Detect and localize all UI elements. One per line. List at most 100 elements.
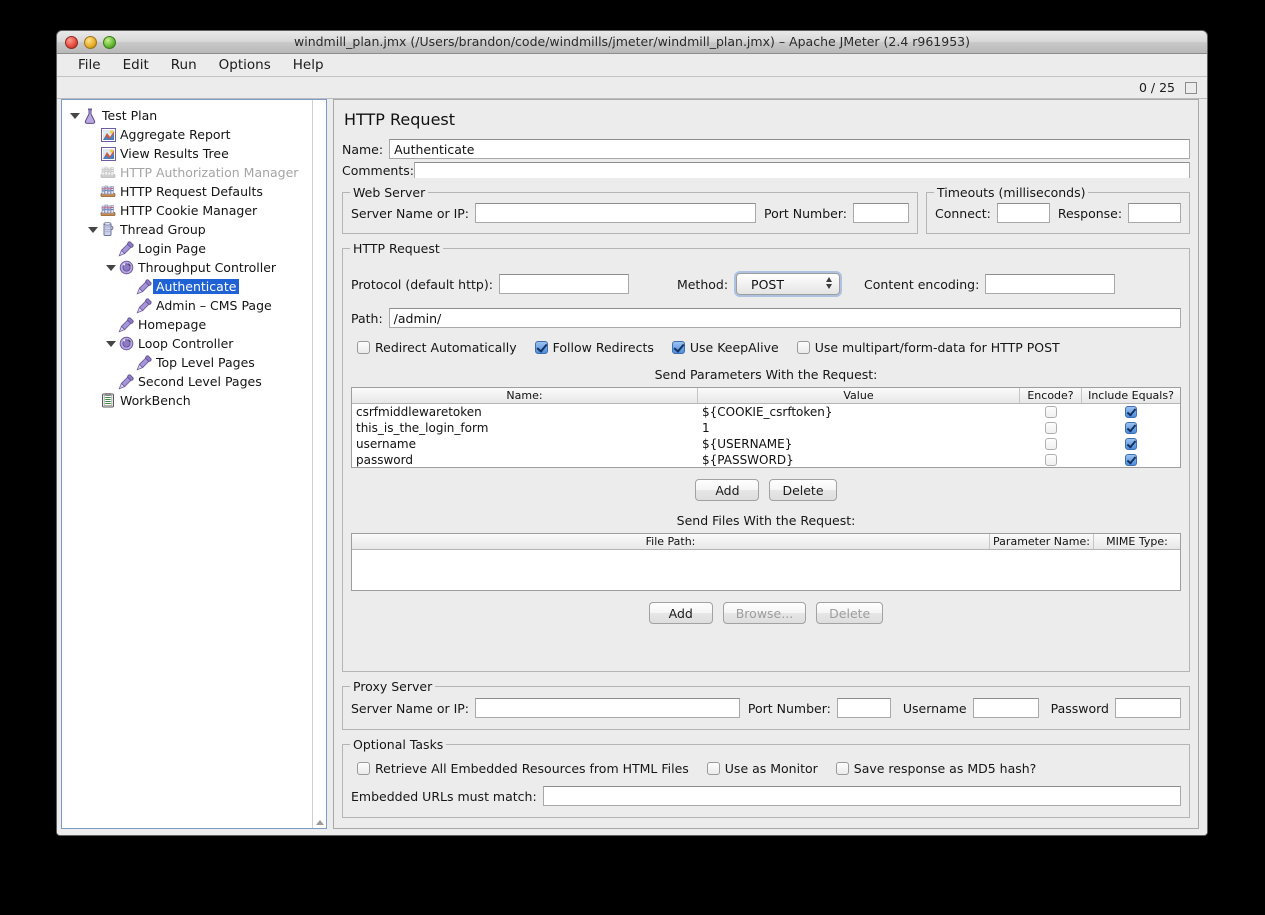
param-encode-cell[interactable] (1020, 420, 1082, 436)
protocol-input[interactable] (499, 274, 629, 294)
tree-expand-toggle-icon[interactable] (104, 341, 117, 347)
web-server-port-input[interactable] (853, 203, 909, 223)
files-browse-button[interactable]: Browse... (723, 602, 806, 624)
param-encode-cell[interactable] (1020, 436, 1082, 452)
tree-node[interactable]: HTTP Cookie Manager (62, 201, 326, 220)
tree-node[interactable]: Thread Group (62, 220, 326, 239)
param-name-cell[interactable]: csrfmiddlewaretoken (352, 404, 698, 420)
tree-expand-toggle-icon[interactable] (86, 227, 99, 233)
col-name[interactable]: Name: (352, 388, 698, 403)
col-value[interactable]: Value (698, 388, 1020, 403)
params-delete-button[interactable]: Delete (769, 479, 836, 501)
table-row[interactable]: password${PASSWORD} (352, 452, 1180, 468)
embedded-urls-input[interactable] (543, 786, 1181, 806)
param-include-equals-checkbox[interactable] (1125, 454, 1137, 466)
params-add-button[interactable]: Add (695, 479, 759, 501)
col-parameter-name[interactable]: Parameter Name: (990, 534, 1094, 549)
param-include-equals-cell[interactable] (1082, 452, 1180, 468)
menu-edit[interactable]: Edit (112, 55, 160, 75)
http-option-checkbox[interactable]: Use KeepAlive (672, 340, 779, 355)
param-encode-cell[interactable] (1020, 404, 1082, 420)
http-option-checkbox-box[interactable] (797, 341, 810, 354)
tree-node[interactable]: Homepage (62, 315, 326, 334)
http-option-checkbox-box[interactable] (672, 341, 685, 354)
col-file-path[interactable]: File Path: (352, 534, 990, 549)
col-encode[interactable]: Encode? (1020, 388, 1082, 403)
optional-task-checkbox-box[interactable] (357, 762, 370, 775)
param-name-cell[interactable]: username (352, 436, 698, 452)
param-include-equals-cell[interactable] (1082, 420, 1180, 436)
tree-node[interactable]: HTTP Request Defaults (62, 182, 326, 201)
menu-help[interactable]: Help (282, 55, 335, 75)
param-encode-checkbox[interactable] (1045, 422, 1057, 434)
col-include-equals[interactable]: Include Equals? (1082, 388, 1180, 403)
tree-node[interactable]: Admin – CMS Page (62, 296, 326, 315)
web-server-name-input[interactable] (475, 203, 756, 223)
param-name-cell[interactable]: this_is_the_login_form (352, 420, 698, 436)
comments-input[interactable] (414, 162, 1190, 178)
optional-task-checkbox[interactable]: Retrieve All Embedded Resources from HTM… (357, 761, 689, 776)
tree-node[interactable]: Aggregate Report (62, 125, 326, 144)
optional-task-checkbox-box[interactable] (707, 762, 720, 775)
tree-node[interactable]: Top Level Pages (62, 353, 326, 372)
timeout-response-input[interactable] (1128, 203, 1181, 223)
http-option-checkbox-box[interactable] (535, 341, 548, 354)
optional-task-checkbox[interactable]: Use as Monitor (707, 761, 818, 776)
tree-node[interactable]: Authenticate (62, 277, 326, 296)
param-encode-checkbox[interactable] (1045, 438, 1057, 450)
timeout-connect-input[interactable] (997, 203, 1050, 223)
param-include-equals-checkbox[interactable] (1125, 422, 1137, 434)
warning-indicator-icon[interactable] (1185, 82, 1197, 94)
content-encoding-input[interactable] (985, 274, 1115, 294)
tree-node[interactable]: Throughput Controller (62, 258, 326, 277)
param-value-cell[interactable]: 1 (698, 420, 1020, 436)
tree-node[interactable]: Login Page (62, 239, 326, 258)
table-row[interactable]: csrfmiddlewaretoken${COOKIE_csrftoken} (352, 404, 1180, 420)
tree-node[interactable]: Second Level Pages (62, 372, 326, 391)
optional-task-checkbox-box[interactable] (836, 762, 849, 775)
proxy-username-input[interactable] (973, 698, 1039, 718)
tree-node[interactable]: HTTP Authorization Manager (62, 163, 326, 182)
http-option-checkbox[interactable]: Redirect Automatically (357, 340, 517, 355)
parameters-table[interactable]: Name: Value Encode? Include Equals? csrf… (351, 387, 1181, 468)
path-input[interactable]: /admin/ (389, 308, 1181, 328)
http-option-checkbox[interactable]: Follow Redirects (535, 340, 654, 355)
param-name-cell[interactable]: password (352, 452, 698, 468)
tree-node[interactable]: Test Plan (62, 106, 326, 125)
optional-task-checkbox[interactable]: Save response as MD5 hash? (836, 761, 1037, 776)
menu-run[interactable]: Run (160, 55, 208, 75)
param-value-cell[interactable]: ${PASSWORD} (698, 452, 1020, 468)
test-plan-tree[interactable]: Test PlanAggregate ReportView Results Tr… (62, 100, 326, 410)
tree-node[interactable]: Loop Controller (62, 334, 326, 353)
menu-options[interactable]: Options (208, 55, 282, 75)
tree-node[interactable]: View Results Tree (62, 144, 326, 163)
http-option-checkbox-box[interactable] (357, 341, 370, 354)
tree-node[interactable]: WorkBench (62, 391, 326, 410)
files-table[interactable]: File Path: Parameter Name: MIME Type: (351, 533, 1181, 591)
files-add-button[interactable]: Add (649, 602, 713, 624)
param-encode-checkbox[interactable] (1045, 454, 1057, 466)
http-option-checkbox[interactable]: Use multipart/form-data for HTTP POST (797, 340, 1060, 355)
menu-file[interactable]: File (67, 55, 112, 75)
files-delete-button[interactable]: Delete (816, 602, 883, 624)
tree-expand-toggle-icon[interactable] (104, 265, 117, 271)
proxy-server-name-input[interactable] (475, 698, 740, 718)
method-select[interactable]: POST (736, 273, 840, 295)
param-include-equals-cell[interactable] (1082, 404, 1180, 420)
tree-vertical-scrollbar[interactable] (312, 100, 326, 828)
proxy-password-input[interactable] (1115, 698, 1181, 718)
param-encode-cell[interactable] (1020, 452, 1082, 468)
param-value-cell[interactable]: ${USERNAME} (698, 436, 1020, 452)
tree-expand-toggle-icon[interactable] (68, 113, 81, 119)
param-include-equals-cell[interactable] (1082, 436, 1180, 452)
table-row[interactable]: this_is_the_login_form1 (352, 420, 1180, 436)
param-encode-checkbox[interactable] (1045, 406, 1057, 418)
col-mime-type[interactable]: MIME Type: (1094, 534, 1180, 549)
proxy-port-input[interactable] (837, 698, 891, 718)
param-include-equals-checkbox[interactable] (1125, 438, 1137, 450)
param-value-cell[interactable]: ${COOKIE_csrftoken} (698, 404, 1020, 420)
scroll-up-arrow-icon[interactable] (316, 820, 324, 825)
name-input[interactable]: Authenticate (389, 139, 1190, 159)
table-row[interactable]: username${USERNAME} (352, 436, 1180, 452)
param-include-equals-checkbox[interactable] (1125, 406, 1137, 418)
